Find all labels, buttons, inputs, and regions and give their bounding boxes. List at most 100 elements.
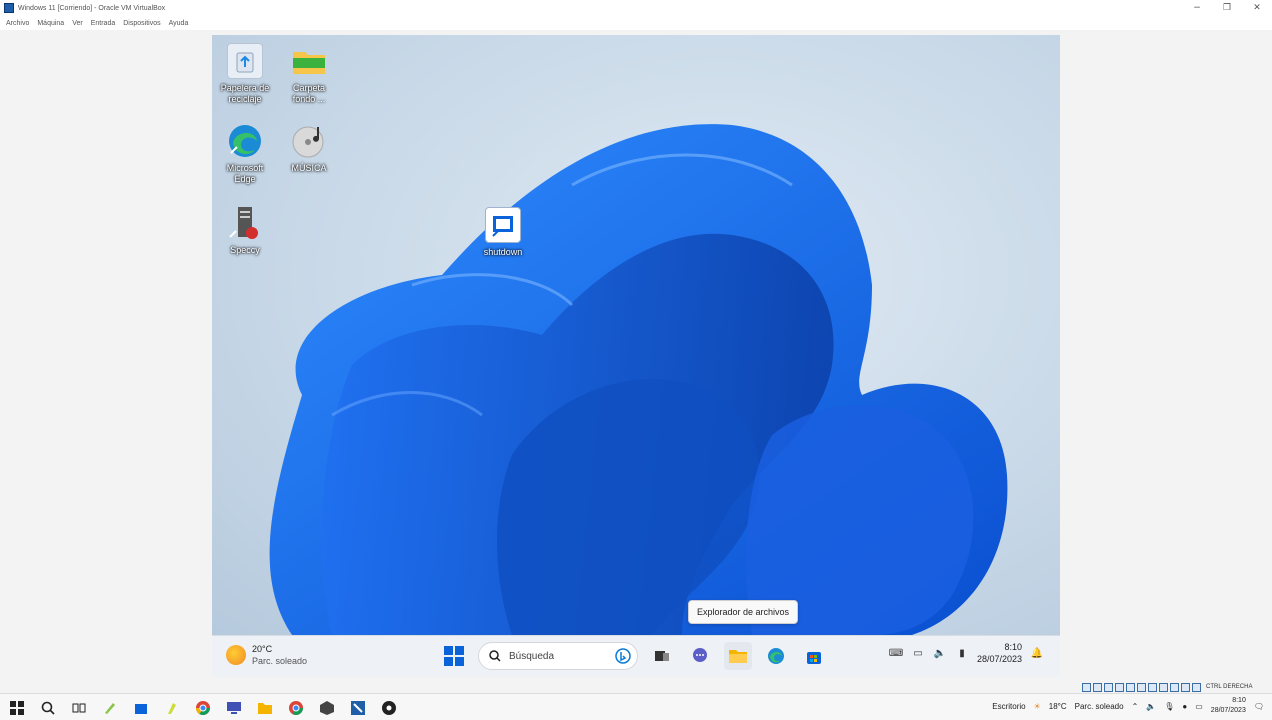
store-icon	[807, 652, 821, 664]
task-view-button[interactable]	[648, 642, 676, 670]
cube-icon	[320, 700, 334, 715]
menu-maquina[interactable]: Máquina	[37, 20, 64, 27]
task-view-icon	[655, 651, 669, 661]
host-clock[interactable]: 8:10 28/07/2023	[1211, 696, 1246, 716]
recording-status-icon[interactable]	[1159, 682, 1168, 692]
menu-entrada[interactable]: Entrada	[91, 20, 116, 27]
taskbar-search[interactable]: Búsqueda	[478, 642, 638, 670]
menu-dispositivos[interactable]: Dispositivos	[123, 20, 160, 27]
keyboard-icon[interactable]: ⌨	[889, 647, 903, 659]
desktop-icon-music[interactable]: MÚSICA	[276, 123, 342, 174]
folder-icon	[258, 702, 272, 714]
audio-status-icon[interactable]	[1104, 682, 1113, 692]
host-weather-temp[interactable]: 18°C	[1049, 702, 1067, 711]
tray-chevron-icon[interactable]: ⌃	[1132, 702, 1139, 711]
volume-icon[interactable]: 🔈	[933, 647, 947, 659]
notification-bell-icon[interactable]: 🔔	[1030, 647, 1044, 659]
usb-status-icon[interactable]	[1126, 682, 1135, 692]
host-time: 8:10	[1232, 697, 1246, 704]
vm-time: 8:10	[1004, 642, 1022, 652]
host-app-store[interactable]	[130, 697, 152, 718]
host-app-folder[interactable]	[254, 697, 276, 718]
virtualbox-icon	[4, 3, 14, 13]
edge-button[interactable]	[762, 642, 790, 670]
battery-icon[interactable]: ▮	[955, 647, 969, 659]
desktop-icon-speccy[interactable]: Speccy	[212, 205, 278, 256]
hdd-status-icon[interactable]	[1082, 682, 1091, 692]
network-icon[interactable]: ▭	[911, 647, 925, 659]
store-icon	[135, 703, 147, 714]
tray-volume-icon[interactable]: 🔈	[1146, 702, 1156, 711]
optical-status-icon[interactable]	[1093, 682, 1102, 692]
folder-icon	[729, 650, 747, 663]
host-app-pencil[interactable]	[99, 697, 121, 718]
network-status-icon[interactable]	[1115, 682, 1124, 692]
desktop-icon-recycle-bin[interactable]: Papelera de reciclaje	[212, 43, 278, 105]
shared-folder-status-icon[interactable]	[1137, 682, 1146, 692]
host-search-button[interactable]	[37, 697, 59, 718]
desktop-icon-shutdown[interactable]: shutdown	[470, 207, 536, 258]
desktop-icon-carpeta[interactable]: Carpeta fondo ...	[276, 43, 342, 105]
recycle-bin-icon	[227, 43, 263, 79]
window-controls: − ❐ ✕	[1182, 0, 1272, 16]
folder-icon	[291, 43, 327, 79]
tray-network-icon[interactable]: ▭	[1195, 702, 1203, 711]
virtualbox-host-screen: Windows 11 [Corriendo] - Oracle VM Virtu…	[0, 0, 1272, 720]
host-key-label: CTRL DERECHA	[1206, 684, 1253, 690]
host-weather-desc[interactable]: Parc. soleado	[1075, 702, 1124, 711]
minimize-button[interactable]: −	[1182, 0, 1212, 16]
start-button[interactable]	[440, 642, 468, 670]
desktop-icon-edge[interactable]: Microsoft Edge	[212, 123, 278, 185]
host-task-view-button[interactable]	[68, 697, 90, 718]
display-status-icon[interactable]	[1148, 682, 1157, 692]
menu-archivo[interactable]: Archivo	[6, 20, 29, 27]
mouse-status-icon[interactable]	[1181, 682, 1190, 692]
window-title: Windows 11 [Corriendo] - Oracle VM Virtu…	[18, 4, 166, 12]
keyboard-status-icon[interactable]	[1192, 682, 1201, 692]
desktop-toolbar-label[interactable]: Escritorio	[992, 702, 1025, 711]
weather-text: 20°C Parc. soleado	[252, 643, 307, 667]
weather-widget[interactable]: 20°C Parc. soleado	[226, 643, 307, 667]
carpeta-label: Carpeta fondo ...	[292, 83, 326, 104]
edge-icon	[768, 648, 784, 664]
host-taskbar: Escritorio ☀ 18°C Parc. soleado ⌃ 🔈 🎙 ● …	[0, 693, 1272, 720]
host-start-button[interactable]	[6, 697, 28, 718]
menu-ver[interactable]: Ver	[72, 20, 83, 27]
vm-desktop[interactable]: Papelera de reciclaje Carpeta fondo ... …	[212, 35, 1060, 635]
menu-ayuda[interactable]: Ayuda	[169, 20, 189, 27]
tray-mic-icon[interactable]: 🎙	[1164, 702, 1174, 711]
host-weather-sun-icon[interactable]: ☀	[1034, 702, 1041, 711]
shutdown-shortcut-icon	[485, 207, 521, 243]
host-app-obs[interactable]	[378, 697, 400, 718]
vm-taskbar: 20°C Parc. soleado Búsqueda ⌨ ▭ 🔈 ▮ 8:10…	[212, 635, 1060, 677]
host-app-cube[interactable]	[316, 697, 338, 718]
host-app-editor[interactable]	[161, 697, 183, 718]
close-button[interactable]: ✕	[1242, 0, 1272, 16]
search-placeholder: Búsqueda	[509, 650, 555, 662]
store-button[interactable]	[800, 642, 828, 670]
vm-date: 28/07/2023	[976, 654, 1022, 664]
virtualbox-icon	[351, 700, 365, 715]
chrome-icon	[196, 700, 210, 715]
menubar: Archivo Máquina Ver Entrada Dispositivos…	[0, 16, 1272, 30]
file-explorer-button[interactable]	[724, 642, 752, 670]
host-app-chrome[interactable]	[192, 697, 214, 718]
task-view-icon	[72, 703, 86, 712]
music-disc-icon	[291, 123, 327, 159]
host-app-chrome-2[interactable]	[285, 697, 307, 718]
windows-logo-icon	[444, 646, 464, 666]
search-icon	[489, 650, 501, 662]
maximize-button[interactable]: ❐	[1212, 0, 1242, 16]
tray-record-icon[interactable]: ●	[1182, 702, 1187, 711]
host-app-monitor[interactable]	[223, 697, 245, 718]
bing-icon	[615, 648, 631, 664]
vm-clock[interactable]: 8:10 28/07/2023	[977, 641, 1022, 665]
cpu-status-icon[interactable]	[1170, 682, 1179, 692]
speccy-icon	[227, 205, 263, 241]
editor-icon	[168, 702, 176, 714]
windows-logo-icon	[10, 700, 24, 715]
weather-desc: Parc. soleado	[252, 656, 308, 666]
host-app-virtualbox[interactable]	[347, 697, 369, 718]
chat-button[interactable]	[686, 642, 714, 670]
host-notification-icon[interactable]: 🗨	[1254, 702, 1264, 711]
